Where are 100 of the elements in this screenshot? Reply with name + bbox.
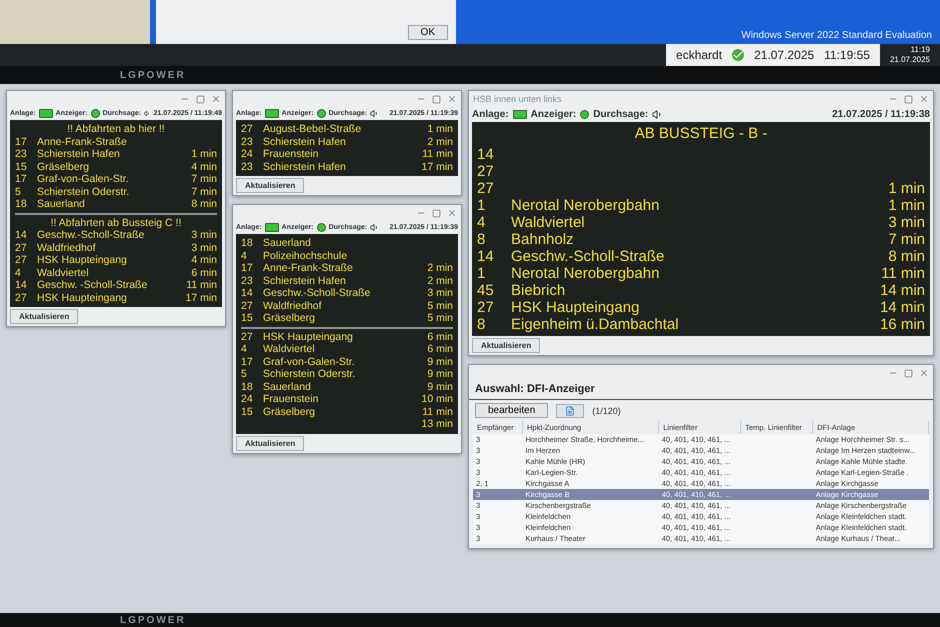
maximize-icon[interactable] — [904, 368, 913, 378]
maximize-icon[interactable] — [904, 94, 913, 104]
document-button[interactable] — [556, 404, 584, 418]
departure-time: 9 min — [427, 368, 453, 380]
line-number: 23 — [241, 274, 254, 287]
line-number: 15 — [15, 160, 28, 173]
close-icon[interactable] — [447, 94, 457, 104]
line-number: 27 — [15, 292, 28, 304]
destination: Schierstein Hafen — [263, 274, 347, 287]
anlage-label: Anlage: — [472, 109, 509, 120]
departure-time: 11 min — [881, 265, 925, 282]
line-number: 5 — [241, 368, 248, 380]
line-number: 23 — [15, 148, 28, 160]
line-number: 27 — [477, 299, 495, 316]
line-number: 5 — [15, 186, 22, 198]
line-number: 27 — [241, 300, 254, 312]
line-number: 8 — [477, 316, 486, 333]
departure-time: 6 min — [427, 330, 453, 343]
close-icon[interactable] — [919, 368, 929, 378]
departure-time: 4 min — [191, 160, 217, 173]
maximize-icon[interactable] — [432, 94, 441, 104]
destination: Polizeihochschule — [263, 250, 348, 262]
ok-button[interactable]: OK — [408, 25, 448, 40]
speaker-icon — [370, 223, 380, 232]
line-number: 18 — [241, 380, 254, 393]
destination: Geschw.-Scholl-Straße — [511, 248, 666, 265]
board-heading: !! Abfahrten ab hier !! — [66, 123, 166, 136]
speaker-icon — [652, 109, 664, 120]
destination: Waldviertel — [511, 214, 586, 231]
departure-time: 3 min — [427, 287, 453, 300]
refresh-button[interactable]: Aktualisieren — [236, 178, 304, 193]
destination: Eigenheim ü.Dambachtal — [511, 316, 680, 333]
destination: Anne-Frank-Straße — [37, 136, 128, 148]
line-number: 27 — [15, 254, 28, 266]
destination: Schierstein Hafen — [263, 160, 347, 173]
status-time: 11:19:55 — [824, 48, 870, 62]
edit-button[interactable]: bearbeiten — [475, 403, 548, 418]
line-number: 14 — [477, 248, 495, 265]
anzeiger-label: Anzeiger: — [530, 109, 576, 120]
departure-time: 7 min — [191, 173, 217, 186]
destination: Sauerland — [263, 380, 312, 393]
destination: Waldfriedhof — [37, 242, 97, 254]
line-number: 17 — [241, 356, 254, 368]
close-icon[interactable] — [211, 94, 221, 104]
timestamp: 21.07.2025 / 11:19:38 — [832, 109, 930, 120]
maximize-icon[interactable] — [432, 208, 441, 218]
line-number: 27 — [477, 163, 495, 180]
destination: Geschw.-Scholl-Straße — [37, 229, 146, 242]
destination: HSK Haupteingang — [37, 292, 128, 304]
departure-time: 1 min — [427, 123, 453, 136]
line-number: 4 — [241, 250, 248, 262]
monitor-brand: LGPOWER — [120, 70, 186, 80]
destination: Graf-von-Galen-Str. — [37, 173, 130, 186]
close-icon[interactable] — [919, 94, 929, 104]
speaker-icon — [144, 109, 150, 118]
departure-time: 7 min — [191, 186, 217, 198]
destination: Graf-von-Galen-Str. — [263, 356, 356, 368]
close-icon[interactable] — [447, 208, 457, 218]
destination: Waldfriedhof — [263, 300, 323, 312]
line-number: 17 — [241, 262, 254, 274]
line-number: 4 — [15, 266, 22, 279]
destination: Biebrich — [511, 282, 566, 299]
window-title: HSB innen unten links — [473, 94, 563, 104]
record-count: (1/120) — [592, 406, 621, 416]
departure-time: 3 min — [191, 242, 217, 254]
destination: Geschw.-Scholl-Straße — [263, 287, 372, 300]
refresh-button[interactable]: Aktualisieren — [236, 436, 304, 450]
line-number: 18 — [241, 237, 254, 250]
destination: August-Bebel-Straße — [263, 123, 362, 136]
departure-time: 3 min — [191, 229, 217, 242]
destination: HSK Haupteingang — [511, 299, 640, 316]
departure-time: 13 min — [421, 418, 453, 430]
departure-time: 7 min — [888, 231, 925, 248]
departure-time: 14 min — [880, 299, 925, 316]
line-number: 14 — [15, 229, 28, 242]
destination: Waldviertel — [37, 266, 90, 279]
taskbar-date[interactable]: 21.07.2025 — [890, 55, 930, 65]
line-number: 1 — [477, 197, 486, 214]
destination: Gräselberg — [37, 160, 90, 173]
refresh-button[interactable]: Aktualisieren — [472, 338, 540, 353]
departure-time: 1 min — [888, 180, 925, 197]
line-number: 14 — [241, 287, 254, 300]
taskbar-time[interactable]: 11:19 — [910, 45, 930, 55]
departure-time: 16 min — [880, 316, 925, 333]
line-number: 4 — [241, 343, 248, 356]
departure-time: 17 min — [185, 292, 217, 304]
departure-time: 5 min — [427, 300, 453, 312]
destination: Schierstein Hafen — [37, 148, 121, 160]
departure-time: 8 min — [191, 198, 217, 210]
line-number: 15 — [241, 406, 254, 418]
line-number: 23 — [241, 160, 254, 173]
maximize-icon[interactable] — [196, 94, 205, 104]
line-number: 1 — [477, 265, 486, 282]
destination: Sauerland — [263, 237, 312, 250]
status-date: 21.07.2025 — [754, 48, 814, 62]
destination: Bahnholz — [511, 231, 575, 248]
refresh-button[interactable]: Aktualisieren — [10, 309, 78, 324]
destination: Nerotal Nerobergbahn — [511, 265, 660, 282]
board-heading: AB BUSSTEIG - B - — [634, 125, 768, 142]
destination: Schierstein Hafen — [263, 136, 347, 148]
